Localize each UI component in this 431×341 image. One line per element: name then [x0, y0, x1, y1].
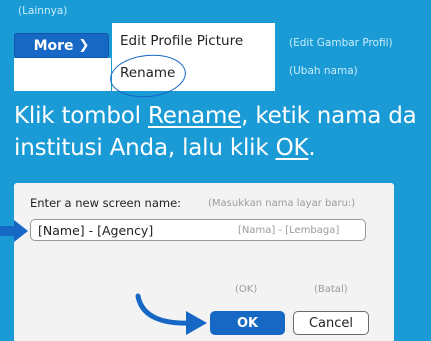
instruction-text: , ketik nama da	[241, 103, 417, 129]
instruction-line-1: Klik tombol Rename, ketik nama da	[14, 103, 417, 129]
more-button[interactable]: More ❯	[14, 33, 109, 58]
ok-annotation: (OK)	[235, 284, 258, 295]
cancel-annotation: (Batal)	[314, 284, 348, 295]
ok-keyword: OK	[275, 135, 309, 161]
screen-name-annotation: [Nama] - [Lembaga]	[238, 225, 340, 236]
more-button-label: More	[33, 37, 74, 54]
dialog-prompt-label: Enter a new screen name:	[30, 196, 182, 210]
rename-keyword: Rename	[147, 103, 242, 129]
arrow-right-icon	[0, 220, 28, 242]
menu-item-rename[interactable]: Rename	[120, 65, 175, 81]
instruction-text: institusi Anda, lalu klik	[14, 135, 276, 161]
menu-panel-left	[14, 58, 111, 91]
edit-picture-annotation: (Edit Gambar Profil)	[289, 37, 393, 49]
dialog-prompt-annotation: (Masukkan nama layar baru:)	[208, 198, 356, 209]
instruction-line-2: institusi Anda, lalu klik OK.	[14, 135, 316, 161]
menu-item-edit-profile-picture[interactable]: Edit Profile Picture	[120, 33, 243, 49]
rename-annotation: (Ubah nama)	[289, 65, 358, 77]
cancel-button[interactable]: Cancel	[293, 311, 369, 335]
ok-button[interactable]: OK	[210, 311, 285, 335]
screen-name-value: [Name] - [Agency]	[38, 223, 154, 238]
chevron-right-icon: ❯	[78, 38, 90, 53]
instruction-text: Klik tombol	[14, 103, 148, 129]
curved-arrow-icon	[135, 293, 207, 335]
more-annotation: (Lainnya)	[18, 5, 68, 17]
instruction-text: .	[308, 135, 316, 161]
